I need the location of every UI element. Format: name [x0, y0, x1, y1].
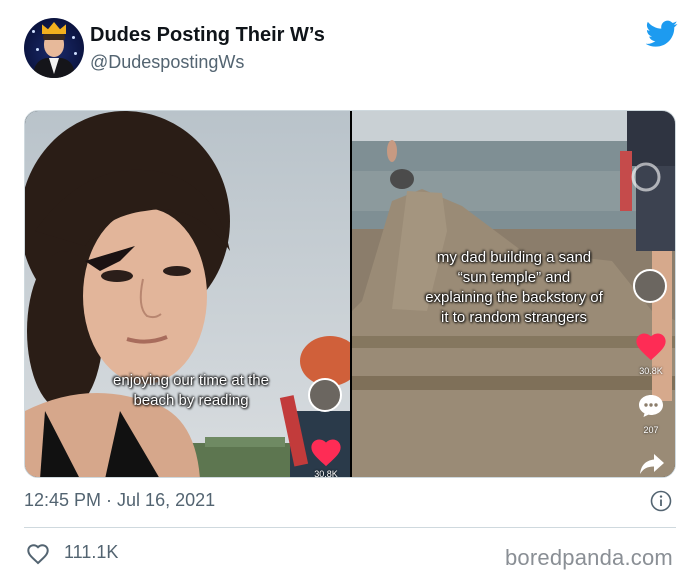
avatar-star: [32, 30, 35, 33]
media-photo-left[interactable]: enjoying our time at the beach by readin…: [25, 111, 350, 478]
caption-line: enjoying our time at the: [113, 372, 269, 389]
tweet-card: Dudes Posting Their W’s @DudespostingWs: [0, 0, 700, 581]
like-count: 111.1K: [64, 542, 119, 562]
crown-icon: [42, 22, 66, 34]
right-video-caption: my dad building a sand “sun temple” and …: [399, 248, 629, 328]
tweet-media[interactable]: enjoying our time at the beach by readin…: [24, 110, 676, 478]
avatar-star: [74, 52, 77, 55]
beach-selfie-image: [25, 111, 350, 477]
share-icon[interactable]: [639, 453, 665, 475]
heart-outline-icon[interactable]: [26, 543, 50, 565]
tiktok-profile-avatar[interactable]: [308, 378, 342, 412]
tiktok-like-count: 30.8K: [639, 366, 663, 376]
author-display-name[interactable]: Dudes Posting Their W’s: [90, 24, 325, 47]
caption-line: my dad building a sand: [436, 249, 592, 266]
watermark: boredpanda.com: [505, 545, 673, 570]
avatar-star: [36, 48, 39, 51]
tiktok-like-count: 30.8K: [314, 469, 338, 478]
comment-icon[interactable]: [638, 394, 664, 418]
heart-icon[interactable]: [636, 333, 666, 361]
tiktok-comment-count: 207: [643, 425, 659, 435]
author-avatar[interactable]: [24, 18, 84, 78]
caption-line: beach by reading: [133, 392, 249, 409]
caption-line: “sun temple” and: [457, 269, 571, 286]
heart-icon[interactable]: [311, 439, 341, 467]
divider: [24, 527, 676, 528]
avatar-star: [72, 36, 75, 39]
caption-line: explaining the backstory of: [425, 289, 603, 306]
caption-line: it to random strangers: [441, 309, 587, 326]
tweet-timestamp[interactable]: 12:45 PM · Jul 16, 2021: [24, 490, 215, 511]
author-handle[interactable]: @DudespostingWs: [90, 52, 244, 73]
twitter-bird-icon[interactable]: [646, 20, 678, 48]
info-icon[interactable]: [650, 490, 672, 512]
media-photo-right[interactable]: my dad building a sand “sun temple” and …: [352, 111, 675, 477]
left-video-caption: enjoying our time at the beach by readin…: [81, 371, 301, 411]
tiktok-profile-avatar[interactable]: [633, 269, 667, 303]
